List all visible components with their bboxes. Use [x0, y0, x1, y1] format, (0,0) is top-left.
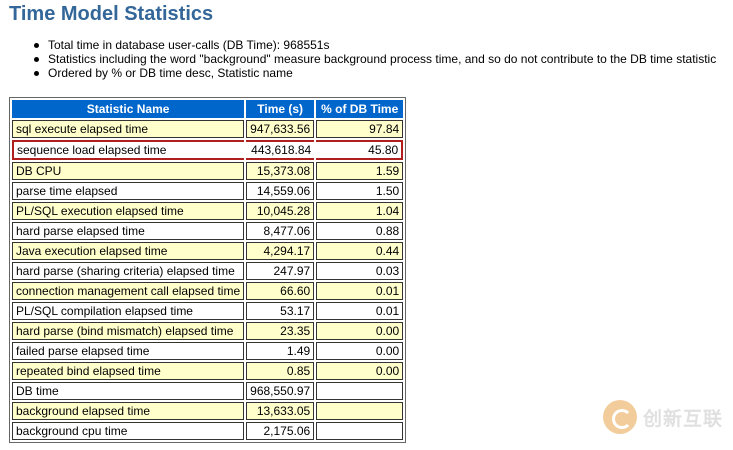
- time-cell: 13,633.05: [246, 402, 315, 420]
- statistic-name-cell: sql execute elapsed time: [12, 120, 245, 138]
- pct-db-time-cell: 0.03: [316, 262, 404, 280]
- time-cell: 14,559.06: [246, 182, 315, 200]
- header-statistic-name: Statistic Name: [12, 100, 245, 118]
- table-row: DB time 968,550.97: [12, 382, 404, 400]
- table-row: failed parse elapsed time 1.49 0.00: [12, 342, 404, 360]
- pct-db-time-cell: [316, 422, 404, 440]
- notes-list: Total time in database user-calls (DB Ti…: [34, 38, 716, 80]
- pct-db-time-cell: 1.04: [316, 202, 404, 220]
- pct-db-time-cell: 0.01: [316, 302, 404, 320]
- note-item: Ordered by % or DB time desc, Statistic …: [34, 66, 716, 80]
- page-title: Time Model Statistics: [9, 3, 214, 25]
- statistic-name-cell: sequence load elapsed time: [12, 140, 245, 160]
- pct-db-time-cell: [316, 402, 404, 420]
- table-row: hard parse (bind mismatch) elapsed time 2…: [12, 322, 404, 340]
- table-row: hard parse elapsed time 8,477.06 0.88: [12, 222, 404, 240]
- pct-db-time-cell: 97.84: [316, 120, 404, 138]
- statistic-name-cell: background cpu time: [12, 422, 245, 440]
- time-cell: 2,175.06: [246, 422, 315, 440]
- table-row: PL/SQL compilation elapsed time 53.17 0.01: [12, 302, 404, 320]
- table-row: hard parse (sharing criteria) elapsed ti…: [12, 262, 404, 280]
- note-item: Total time in database user-calls (DB Ti…: [34, 38, 716, 52]
- time-cell: 8,477.06: [246, 222, 315, 240]
- statistic-name-cell: hard parse (sharing criteria) elapsed ti…: [12, 262, 245, 280]
- table-row: background cpu time 2,175.06: [12, 422, 404, 440]
- pct-db-time-cell: [316, 382, 404, 400]
- table-row: background elapsed time 13,633.05: [12, 402, 404, 420]
- table-header-row: Statistic Name Time (s) % of DB Time: [12, 100, 404, 118]
- watermark: 创新互联: [602, 400, 723, 434]
- watermark-text: 创新互联: [642, 407, 723, 430]
- time-cell: 10,045.28: [246, 202, 315, 220]
- pct-db-time-cell: 45.80: [316, 140, 404, 160]
- statistic-name-cell: PL/SQL compilation elapsed time: [12, 302, 245, 320]
- note-item: Statistics including the word "backgroun…: [34, 52, 716, 66]
- time-cell: 968,550.97: [246, 382, 315, 400]
- pct-db-time-cell: 1.59: [316, 162, 404, 180]
- time-cell: 443,618.84: [246, 140, 315, 160]
- statistic-name-cell: background elapsed time: [12, 402, 245, 420]
- statistic-name-cell: DB time: [12, 382, 245, 400]
- pct-db-time-cell: 0.00: [316, 362, 404, 380]
- header-pct-db-time: % of DB Time: [316, 100, 404, 118]
- pct-db-time-cell: 0.00: [316, 342, 404, 360]
- table-row: DB CPU 15,373.08 1.59: [12, 162, 404, 180]
- table-row: connection management call elapsed time 6…: [12, 282, 404, 300]
- cdcxhl-logo-icon: [602, 400, 637, 434]
- statistic-name-cell: Java execution elapsed time: [12, 242, 245, 260]
- time-cell: 53.17: [246, 302, 315, 320]
- statistic-name-cell: hard parse elapsed time: [12, 222, 245, 240]
- pct-db-time-cell: 0.88: [316, 222, 404, 240]
- table-row: parse time elapsed 14,559.06 1.50: [12, 182, 404, 200]
- statistic-name-cell: parse time elapsed: [12, 182, 245, 200]
- pct-db-time-cell: 0.44: [316, 242, 404, 260]
- time-cell: 23.35: [246, 322, 315, 340]
- time-cell: 66.60: [246, 282, 315, 300]
- time-cell: 247.97: [246, 262, 315, 280]
- time-cell: 1.49: [246, 342, 315, 360]
- time-cell: 947,633.56: [246, 120, 315, 138]
- statistic-name-cell: failed parse elapsed time: [12, 342, 245, 360]
- pct-db-time-cell: 0.01: [316, 282, 404, 300]
- time-cell: 0.85: [246, 362, 315, 380]
- time-cell: 15,373.08: [246, 162, 315, 180]
- table-row: sql execute elapsed time 947,633.56 97.84: [12, 120, 404, 138]
- statistic-name-cell: hard parse (bind mismatch) elapsed time: [12, 322, 245, 340]
- statistic-name-cell: DB CPU: [12, 162, 245, 180]
- table-row: sequence load elapsed time 443,618.84 45.8…: [12, 140, 404, 160]
- time-cell: 4,294.17: [246, 242, 315, 260]
- header-time: Time (s): [246, 100, 315, 118]
- table-row: Java execution elapsed time 4,294.17 0.44: [12, 242, 404, 260]
- table-row: repeated bind elapsed time 0.85 0.00: [12, 362, 404, 380]
- statistic-name-cell: repeated bind elapsed time: [12, 362, 245, 380]
- time-model-table: Statistic Name Time (s) % of DB Time sql…: [9, 97, 407, 443]
- table-row: PL/SQL execution elapsed time 10,045.28 1.…: [12, 202, 404, 220]
- statistic-name-cell: connection management call elapsed time: [12, 282, 245, 300]
- pct-db-time-cell: 0.00: [316, 322, 404, 340]
- pct-db-time-cell: 1.50: [316, 182, 404, 200]
- statistic-name-cell: PL/SQL execution elapsed time: [12, 202, 245, 220]
